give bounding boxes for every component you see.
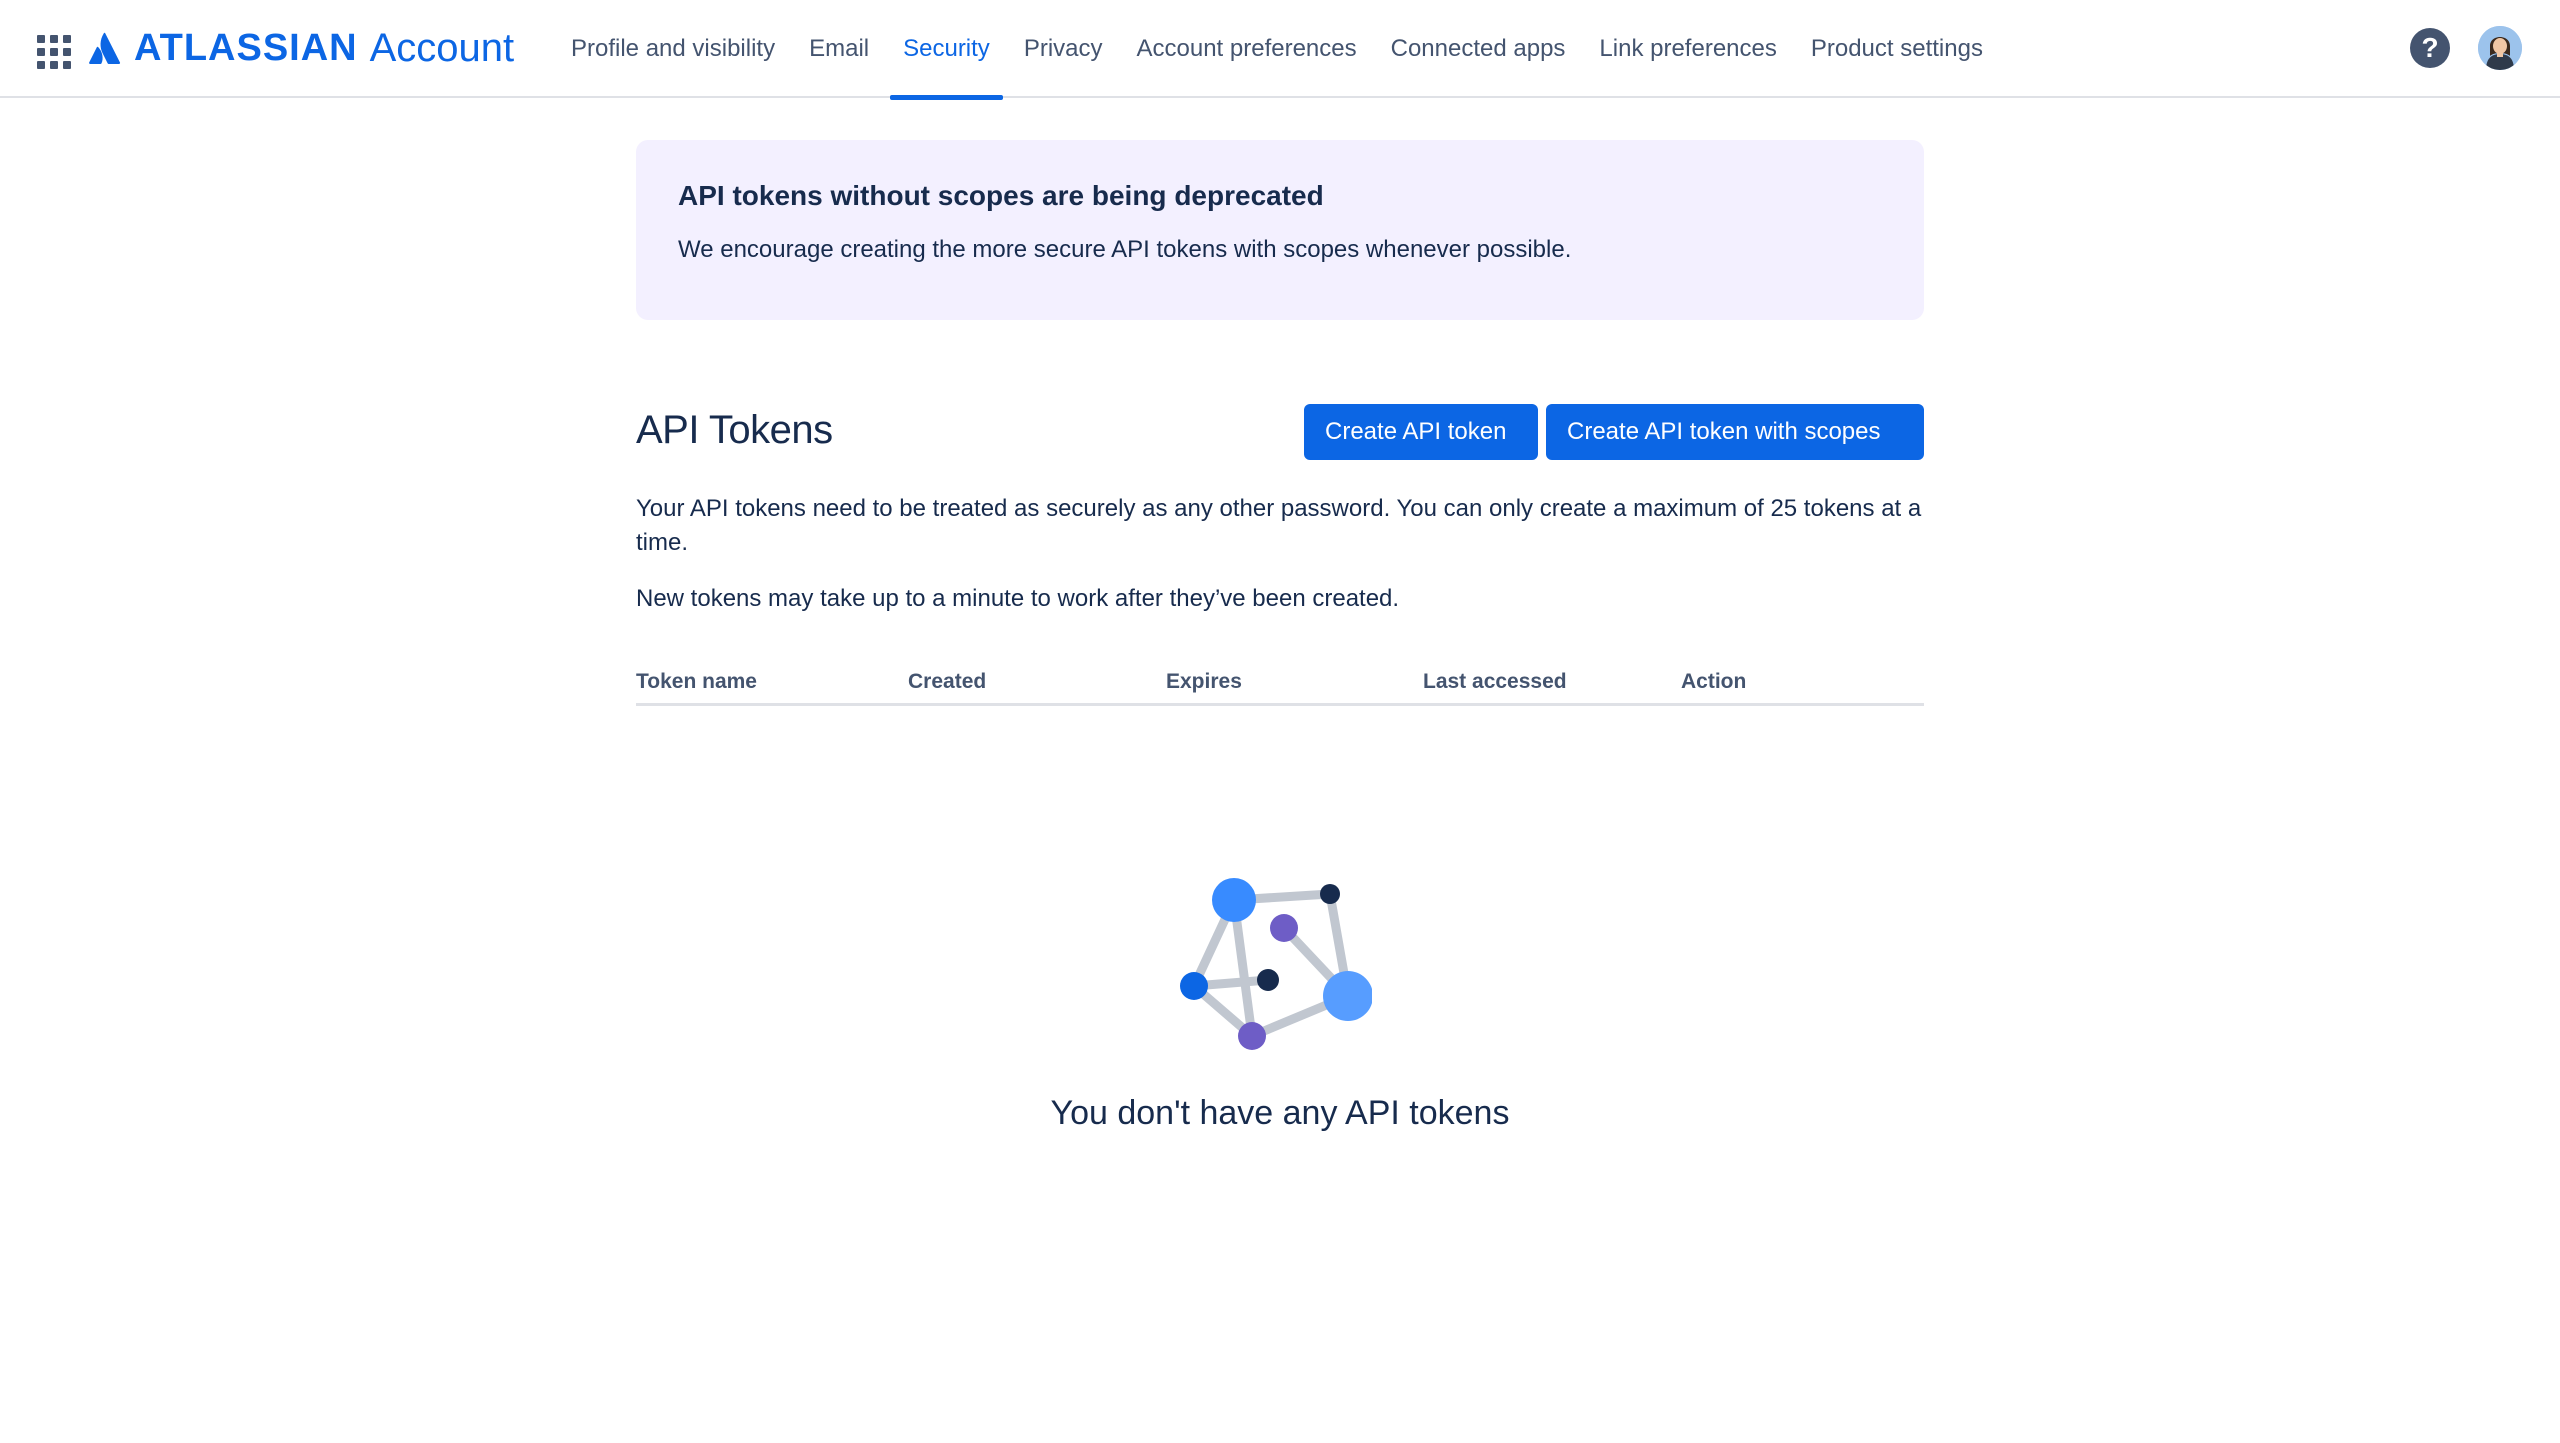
- deprecation-banner: API tokens without scopes are being depr…: [636, 140, 1924, 320]
- tab-product-settings[interactable]: Product settings: [1794, 0, 2000, 98]
- create-api-token-with-scopes-button[interactable]: Create API token with scopes: [1546, 404, 1924, 460]
- column-header-created[interactable]: Created: [908, 670, 986, 694]
- empty-state-message: You don't have any API tokens: [1050, 1094, 1510, 1132]
- atlassian-logo-icon: [89, 32, 121, 64]
- tokens-description: Your API tokens need to be treated as se…: [636, 495, 1922, 556]
- banner-text: We encourage creating the more secure AP…: [678, 236, 1572, 263]
- column-header-expires[interactable]: Expires: [1166, 670, 1242, 694]
- top-navigation: ATLASSIAN Account Profile and visibility…: [0, 0, 2560, 100]
- tab-account-preferences[interactable]: Account preferences: [1120, 0, 1374, 98]
- tokens-note: New tokens may take up to a minute to wo…: [636, 585, 1400, 612]
- main-content: API tokens without scopes are being depr…: [636, 140, 1924, 706]
- logo-wordmark: ATLASSIAN: [134, 26, 358, 69]
- column-header-token-name[interactable]: Token name: [636, 670, 757, 694]
- user-avatar-icon: [2478, 26, 2522, 70]
- atlassian-logo[interactable]: ATLASSIAN Account: [88, 24, 514, 72]
- avatar[interactable]: [2478, 26, 2522, 70]
- account-tabs: Profile and visibility Email Security Pr…: [554, 0, 2000, 100]
- tokens-table-header: Token name Created Expires Last accessed…: [636, 670, 1924, 706]
- help-icon[interactable]: ?: [2410, 28, 2450, 68]
- tab-security[interactable]: Security: [886, 0, 1007, 100]
- logo-product-name: Account: [369, 25, 515, 70]
- column-header-action: Action: [1681, 670, 1747, 693]
- empty-state-network-illustration: [1180, 878, 1372, 1050]
- column-header-last-accessed[interactable]: Last accessed: [1423, 670, 1567, 694]
- app-switcher-icon[interactable]: [32, 30, 72, 70]
- tab-link-preferences[interactable]: Link preferences: [1582, 0, 1793, 98]
- tab-email[interactable]: Email: [792, 0, 886, 98]
- tab-connected-apps[interactable]: Connected apps: [1374, 0, 1583, 98]
- api-tokens-header: API Tokens Create API token Create API t…: [636, 404, 1924, 460]
- banner-title: API tokens without scopes are being depr…: [678, 180, 1324, 211]
- tab-privacy[interactable]: Privacy: [1007, 0, 1120, 98]
- tab-profile-and-visibility[interactable]: Profile and visibility: [554, 0, 792, 98]
- page-title: API Tokens: [636, 408, 833, 452]
- create-api-token-button[interactable]: Create API token: [1304, 404, 1538, 460]
